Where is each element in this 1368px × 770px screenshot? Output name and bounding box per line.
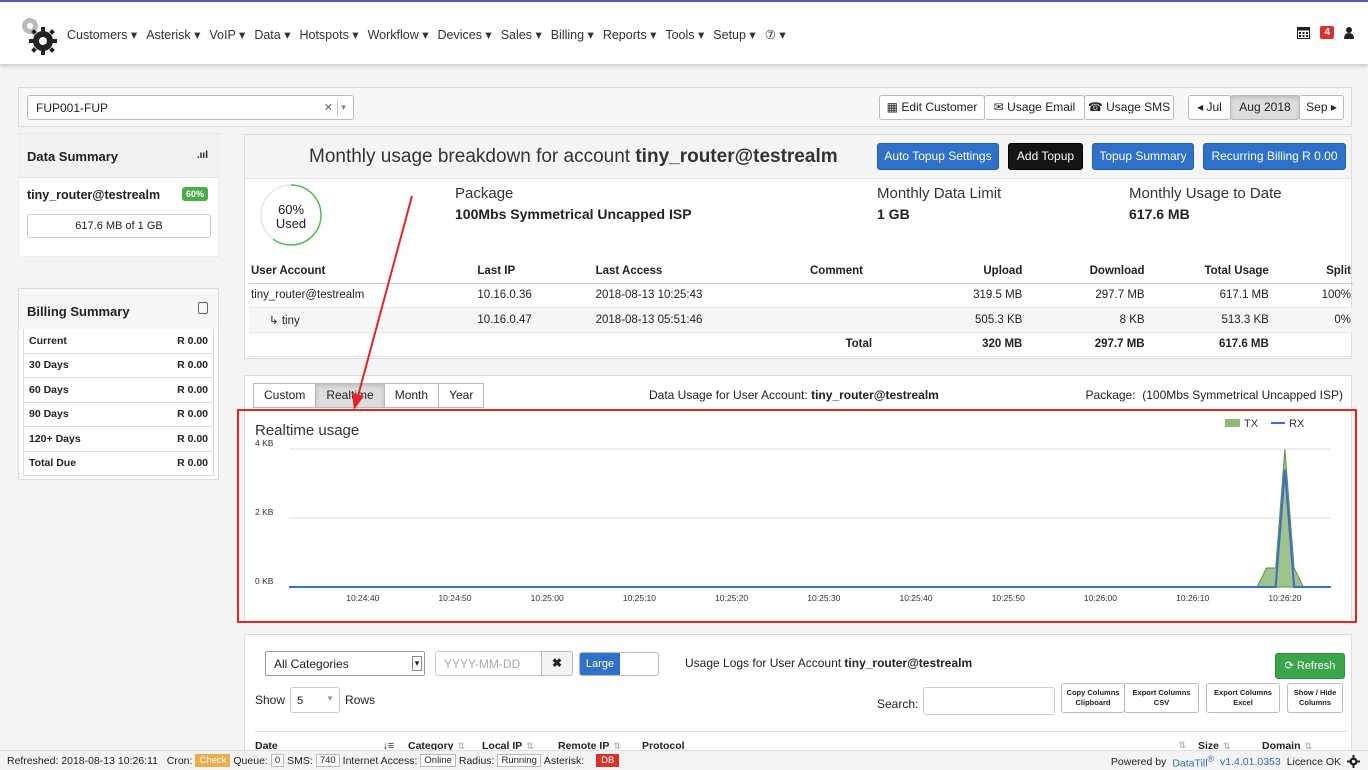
rows-select[interactable]: 5 ▼ xyxy=(290,687,341,713)
radius-status: Running xyxy=(497,754,541,767)
date-input[interactable]: YYYY-MM-DD xyxy=(435,651,545,676)
size-toggle[interactable]: Large xyxy=(579,652,659,676)
status-footer: Refreshed: 2018-08-13 10:26:11 Cron: Chec… xyxy=(0,750,1368,770)
usage-logs-title: Usage Logs for User Account tiny_router@… xyxy=(685,656,973,670)
copy-columns-button[interactable]: Copy Columns Clipboard xyxy=(1061,683,1125,713)
refreshed-time: Refreshed: 2018-08-13 10:26:11 xyxy=(7,754,158,767)
db-status-badge[interactable]: DB xyxy=(596,754,620,767)
internet-status: Online xyxy=(420,754,456,767)
brand-link[interactable]: DataTill® xyxy=(1172,754,1214,770)
footer-right: Powered by DataTill® v1.4.01.0353 Licenc… xyxy=(1111,754,1360,770)
search-input[interactable] xyxy=(923,687,1055,715)
licence-status: Licence OK xyxy=(1286,755,1341,768)
export-csv-button[interactable]: Export Columns CSV xyxy=(1124,683,1199,713)
category-select[interactable]: All Categories ▾ xyxy=(265,651,425,676)
search-label: Search: xyxy=(877,697,919,711)
export-excel-button[interactable]: Export Columns Excel xyxy=(1206,683,1280,713)
show-rows: Show 5 ▼ Rows xyxy=(255,687,375,713)
refresh-button[interactable]: ⟳ Refresh xyxy=(1275,653,1345,679)
clear-date-button[interactable]: ✖ xyxy=(541,651,573,676)
queue-value: 0 xyxy=(270,754,285,767)
dropdown-arrow-icon: ▾ xyxy=(412,656,422,671)
refresh-icon: ⟳ xyxy=(1284,660,1297,672)
show-hide-columns-button[interactable]: Show / Hide Columns xyxy=(1287,683,1343,713)
usage-logs-panel: All Categories ▾ YYYY-MM-DD ✖ Large Usage… xyxy=(244,634,1352,764)
gear-icon[interactable] xyxy=(1347,755,1360,769)
version-link[interactable]: v1.4.01.0353 xyxy=(1220,756,1281,768)
cron-status-badge[interactable]: Check xyxy=(195,754,231,767)
sms-value: 740 xyxy=(315,754,340,767)
